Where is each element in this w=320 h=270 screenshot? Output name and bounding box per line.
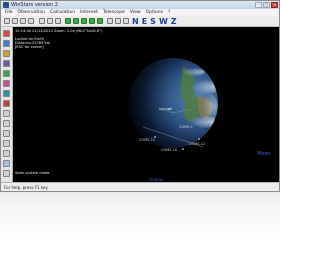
- earth-label: Earth: [170, 100, 181, 105]
- window-reflection: [0, 192, 280, 242]
- menu-bar: File Observation Calculation Internet Te…: [1, 9, 279, 16]
- satellites-icon[interactable]: [3, 110, 10, 117]
- status-text: For help, press F1 key: [4, 185, 48, 190]
- menu-calculation[interactable]: Calculation: [50, 9, 75, 16]
- direction-north-button[interactable]: N: [132, 16, 139, 27]
- maximize-icon[interactable]: □: [263, 2, 270, 8]
- close-icon[interactable]: ×: [271, 2, 278, 8]
- center-icon[interactable]: [123, 18, 129, 24]
- save-icon[interactable]: [20, 18, 26, 24]
- satellite-label-coms-11: COMS-11: [139, 138, 156, 142]
- atmosphere-icon[interactable]: [3, 130, 10, 137]
- satellite-label-coms-10: COMS-10: [161, 148, 178, 152]
- mode-text: Solar system mode: [15, 171, 50, 175]
- zoom-in-icon[interactable]: [107, 18, 113, 24]
- step-icon[interactable]: [89, 18, 95, 24]
- forward-icon[interactable]: [81, 18, 87, 24]
- status-bar: For help, press F1 key: [1, 182, 279, 191]
- info-icon[interactable]: [3, 170, 10, 177]
- satellite-marker[interactable]: [182, 148, 184, 150]
- sky-view[interactable]: 15:14:44 01/14/2012 Zoom: 1.0e (MLG°tdvD…: [13, 27, 280, 182]
- menu-internet[interactable]: Internet: [80, 9, 98, 16]
- window-title: WinStars version 2: [11, 2, 58, 8]
- orbit-label: epitaxB: [159, 107, 173, 111]
- comets-icon[interactable]: [3, 100, 10, 107]
- direction-zenith-button[interactable]: Z: [171, 16, 177, 27]
- find-icon[interactable]: [47, 18, 53, 24]
- direction-south-button[interactable]: S: [150, 16, 156, 27]
- galaxies-icon[interactable]: [3, 60, 10, 67]
- compass-direction-buttons: N E S W Z: [132, 16, 177, 27]
- menu-options[interactable]: Options: [146, 9, 163, 16]
- menu-help[interactable]: ?: [168, 9, 170, 16]
- speed-icon[interactable]: [97, 18, 103, 24]
- earth-globe[interactable]: [13, 27, 280, 182]
- zoom-out-icon[interactable]: [115, 18, 121, 24]
- app-icon: [3, 2, 9, 8]
- constellations-icon[interactable]: [3, 50, 10, 57]
- solar-system-icon[interactable]: [3, 160, 10, 167]
- print-icon[interactable]: [28, 18, 34, 24]
- moon-label[interactable]: Moon: [257, 151, 271, 157]
- minimize-icon[interactable]: –: [255, 2, 262, 8]
- menu-view[interactable]: View: [130, 9, 141, 16]
- time-icon[interactable]: [3, 150, 10, 157]
- window-controls: – □ ×: [255, 2, 278, 8]
- labels-icon[interactable]: [3, 120, 10, 127]
- new-icon[interactable]: [4, 18, 10, 24]
- open-icon[interactable]: [12, 18, 18, 24]
- menu-telescope[interactable]: Telescope: [103, 9, 125, 16]
- nebulae-icon[interactable]: [3, 80, 10, 87]
- stars-icon[interactable]: [3, 30, 10, 37]
- direction-east-button[interactable]: E: [142, 16, 147, 27]
- copy-icon[interactable]: [39, 18, 45, 24]
- satellite-marker[interactable]: [198, 138, 200, 140]
- planets-icon[interactable]: [3, 40, 10, 47]
- app-window: WinStars version 2 – □ × File Observatio…: [0, 0, 280, 192]
- toolbar: N E S W Z: [1, 16, 279, 27]
- horizon-icon[interactable]: [3, 140, 10, 147]
- settings-icon[interactable]: [55, 18, 61, 24]
- left-tool-palette: [1, 27, 13, 182]
- play-icon[interactable]: [65, 18, 71, 24]
- title-bar: WinStars version 2 – □ ×: [1, 1, 279, 9]
- direction-west-button[interactable]: W: [159, 16, 168, 27]
- menu-observation[interactable]: Observation: [18, 9, 45, 16]
- satellite-label-coms-12: COMS-12: [189, 142, 206, 146]
- menu-file[interactable]: File: [5, 9, 13, 16]
- satellite-label-coms-1: COMS-1: [179, 125, 193, 129]
- landscape-icon[interactable]: [3, 70, 10, 77]
- grid-icon[interactable]: [3, 90, 10, 97]
- rewind-icon[interactable]: [73, 18, 79, 24]
